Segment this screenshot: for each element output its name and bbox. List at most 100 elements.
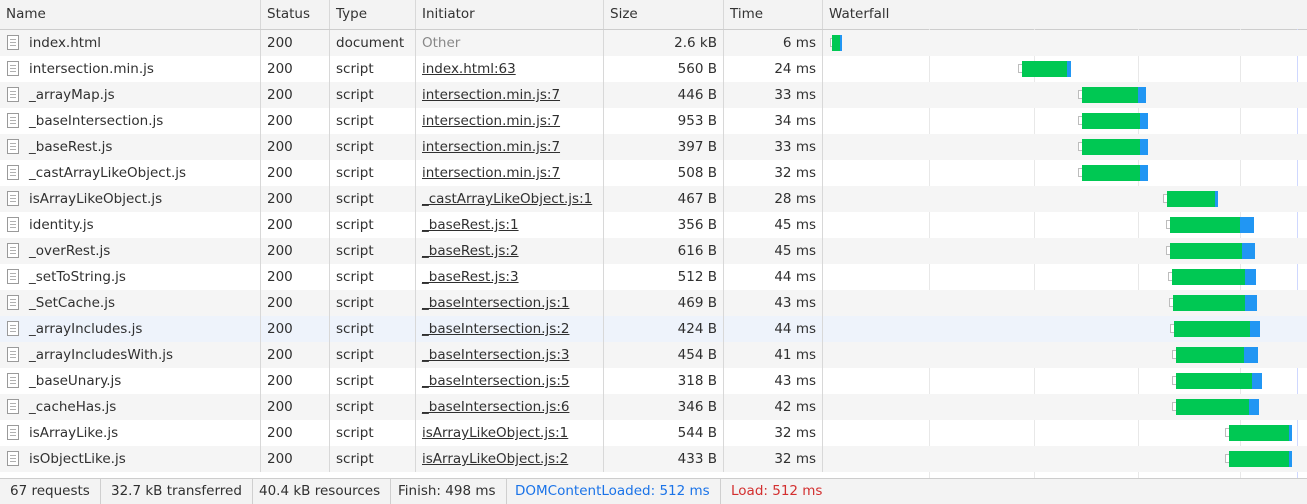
- waterfall-download-segment: [1082, 113, 1140, 129]
- column-header-time[interactable]: Time: [724, 0, 823, 29]
- initiator-link[interactable]: _baseRest.js:1: [422, 217, 519, 233]
- initiator-cell[interactable]: _baseIntersection.js:1: [416, 290, 604, 316]
- table-row[interactable]: _SetCache.js 200 script _baseIntersection.j…: [0, 290, 1307, 316]
- request-name-cell[interactable]: _cacheHas.js: [0, 394, 261, 420]
- waterfall-cell[interactable]: [823, 290, 1307, 316]
- initiator-cell[interactable]: isArrayLikeObject.js:2: [416, 446, 604, 472]
- waterfall-cell[interactable]: [823, 160, 1307, 186]
- request-name-cell[interactable]: intersection.min.js: [0, 56, 261, 82]
- request-name-cell[interactable]: _baseIntersection.js: [0, 108, 261, 134]
- request-name-cell[interactable]: isObjectLike.js: [0, 446, 261, 472]
- initiator-link[interactable]: intersection.min.js:7: [422, 87, 560, 103]
- request-name-cell[interactable]: _arrayIncludes.js: [0, 316, 261, 342]
- column-header-name[interactable]: Name: [0, 0, 261, 29]
- table-row[interactable]: _overRest.js 200 script _baseRest.js:2 616 B…: [0, 238, 1307, 264]
- table-row[interactable]: isArrayLikeObject.js 200 script _castArrayL…: [0, 186, 1307, 212]
- waterfall-cell[interactable]: [823, 394, 1307, 420]
- initiator-cell[interactable]: _baseIntersection.js:5: [416, 368, 604, 394]
- waterfall-cell[interactable]: [823, 212, 1307, 238]
- table-row[interactable]: index.html 200 document Other 2.6 kB 6 ms: [0, 30, 1307, 56]
- table-row[interactable]: _arrayIncludesWith.js 200 script _baseInter…: [0, 342, 1307, 368]
- initiator-cell[interactable]: _castArrayLikeObject.js:1: [416, 186, 604, 212]
- transfer-size: 2.6 kB: [604, 30, 724, 56]
- waterfall-cell[interactable]: [823, 134, 1307, 160]
- request-name-cell[interactable]: _castArrayLikeObject.js: [0, 160, 261, 186]
- initiator-cell[interactable]: index.html:63: [416, 56, 604, 82]
- request-name-cell[interactable]: isArrayLikeObject.js: [0, 186, 261, 212]
- waterfall-cell[interactable]: [823, 264, 1307, 290]
- request-name-cell[interactable]: _arrayMap.js: [0, 82, 261, 108]
- initiator-cell[interactable]: intersection.min.js:7: [416, 82, 604, 108]
- table-row[interactable]: _baseIntersection.js 200 script intersectio…: [0, 108, 1307, 134]
- initiator-link[interactable]: _baseRest.js:2: [422, 243, 519, 259]
- column-header-type[interactable]: Type: [330, 0, 416, 29]
- initiator-cell[interactable]: _baseRest.js:3: [416, 264, 604, 290]
- waterfall-cell[interactable]: [823, 368, 1307, 394]
- initiator-cell[interactable]: isArrayLikeObject.js:1: [416, 420, 604, 446]
- initiator-link[interactable]: _baseRest.js:3: [422, 269, 519, 285]
- initiator-link[interactable]: intersection.min.js:7: [422, 165, 560, 181]
- waterfall-cell[interactable]: [823, 30, 1307, 56]
- waterfall-cell[interactable]: [823, 186, 1307, 212]
- request-name-cell[interactable]: _overRest.js: [0, 238, 261, 264]
- table-row[interactable]: _baseRest.js 200 script intersection.min.js…: [0, 134, 1307, 160]
- waterfall-cell[interactable]: [823, 420, 1307, 446]
- initiator-link[interactable]: _castArrayLikeObject.js:1: [422, 191, 592, 207]
- column-header-status[interactable]: Status: [261, 0, 330, 29]
- initiator-link[interactable]: _baseIntersection.js:1: [422, 295, 569, 311]
- table-row[interactable]: isArrayLike.js 200 script isArrayLikeObject…: [0, 420, 1307, 446]
- request-name: _SetCache.js: [29, 295, 115, 311]
- initiator-cell[interactable]: _baseIntersection.js:3: [416, 342, 604, 368]
- table-row[interactable]: _arrayMap.js 200 script intersection.min.js…: [0, 82, 1307, 108]
- initiator-cell[interactable]: _baseRest.js:2: [416, 238, 604, 264]
- file-icon: [7, 217, 19, 232]
- table-row[interactable]: _arrayIncludes.js 200 script _baseIntersect…: [0, 316, 1307, 342]
- waterfall-cell[interactable]: [823, 82, 1307, 108]
- request-name-cell[interactable]: _SetCache.js: [0, 290, 261, 316]
- initiator-link[interactable]: _baseIntersection.js:6: [422, 399, 569, 415]
- waterfall-cell[interactable]: [823, 342, 1307, 368]
- initiator-cell[interactable]: _baseIntersection.js:6: [416, 394, 604, 420]
- request-name: isArrayLikeObject.js: [29, 191, 163, 207]
- initiator-cell[interactable]: _baseRest.js:1: [416, 212, 604, 238]
- initiator-link[interactable]: isArrayLikeObject.js:1: [422, 425, 568, 441]
- waterfall-cell[interactable]: [823, 108, 1307, 134]
- table-row[interactable]: _cacheHas.js 200 script _baseIntersection.j…: [0, 394, 1307, 420]
- table-row[interactable]: isObjectLike.js 200 script isArrayLikeObjec…: [0, 446, 1307, 472]
- request-name-cell[interactable]: identity.js: [0, 212, 261, 238]
- table-row[interactable]: identity.js 200 script _baseRest.js:1 356 B4…: [0, 212, 1307, 238]
- table-row[interactable]: intersection.min.js 200 script index.html:6…: [0, 56, 1307, 82]
- table-row[interactable]: _setToString.js 200 script _baseRest.js:3 51…: [0, 264, 1307, 290]
- initiator-cell[interactable]: _baseIntersection.js:2: [416, 316, 604, 342]
- request-name-cell[interactable]: _baseRest.js: [0, 134, 261, 160]
- resource-type: script: [330, 342, 416, 368]
- initiator-link[interactable]: intersection.min.js:7: [422, 113, 560, 129]
- initiator-link[interactable]: _baseIntersection.js:3: [422, 347, 569, 363]
- waterfall-content-segment: [1215, 191, 1218, 207]
- initiator-link[interactable]: isArrayLikeObject.js:2: [422, 451, 568, 467]
- waterfall-cell[interactable]: [823, 446, 1307, 472]
- waterfall-cell[interactable]: [823, 56, 1307, 82]
- table-row[interactable]: _castArrayLikeObject.js 200 script intersec…: [0, 160, 1307, 186]
- request-name-cell[interactable]: index.html: [0, 30, 261, 56]
- initiator-cell[interactable]: intersection.min.js:7: [416, 134, 604, 160]
- column-header-size[interactable]: Size: [604, 0, 724, 29]
- column-header-initiator[interactable]: Initiator: [416, 0, 604, 29]
- initiator-cell[interactable]: intersection.min.js:7: [416, 108, 604, 134]
- column-header-waterfall[interactable]: Waterfall: [823, 0, 1307, 29]
- waterfall-cell[interactable]: [823, 316, 1307, 342]
- request-name-cell[interactable]: _setToString.js: [0, 264, 261, 290]
- initiator-link[interactable]: _baseIntersection.js:5: [422, 373, 569, 389]
- waterfall-cell[interactable]: [823, 238, 1307, 264]
- initiator-link[interactable]: intersection.min.js:7: [422, 139, 560, 155]
- resource-type: script: [330, 108, 416, 134]
- waterfall-download-segment: [1173, 295, 1245, 311]
- transfer-size: 544 B: [604, 420, 724, 446]
- initiator-link[interactable]: index.html:63: [422, 61, 516, 77]
- initiator-cell[interactable]: intersection.min.js:7: [416, 160, 604, 186]
- request-name-cell[interactable]: isArrayLike.js: [0, 420, 261, 446]
- request-name-cell[interactable]: _arrayIncludesWith.js: [0, 342, 261, 368]
- request-name-cell[interactable]: _baseUnary.js: [0, 368, 261, 394]
- initiator-link[interactable]: _baseIntersection.js:2: [422, 321, 569, 337]
- table-row[interactable]: _baseUnary.js 200 script _baseIntersection.…: [0, 368, 1307, 394]
